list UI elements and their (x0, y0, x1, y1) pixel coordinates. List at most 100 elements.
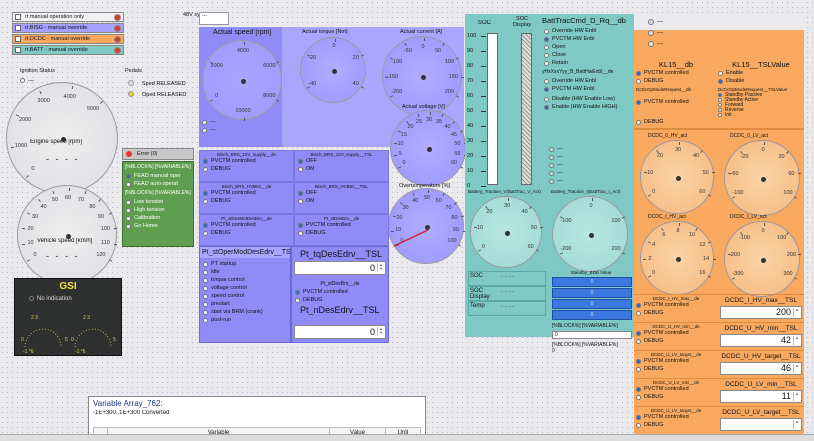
gauge-tick (275, 61, 279, 64)
dcdc-set-opt-4-0[interactable]: PVCTM controlled (636, 413, 716, 421)
gauge-tick-label: 40 (352, 80, 359, 87)
dcdc-mode-opt-debug[interactable]: DEBUG (636, 118, 716, 126)
mot-mode-opt-0[interactable]: PT startup (203, 260, 287, 268)
system-status-field[interactable]: --- (199, 12, 229, 25)
dcdc-setpoint-input-4[interactable]: ▲ (720, 418, 802, 431)
mot-mode-opt-7[interactable]: post-run (203, 316, 287, 324)
standby-value-field[interactable]: 0 (552, 331, 632, 339)
gauge-tick (398, 166, 402, 169)
dcdc-set-opt-2-0[interactable]: PVCTM controlled (636, 357, 716, 365)
gauge-tick (412, 193, 416, 197)
dcdc-set-opt-0-0[interactable]: PVCTM controlled (636, 301, 716, 309)
override-item-2[interactable]: rt.DCDC - manual override (12, 34, 124, 44)
standby-bar-1[interactable]: 0 (552, 288, 632, 298)
mode-item-3[interactable]: Go Home (123, 222, 193, 230)
batt-cmd-title2: yHxXxxYyy_B_BattHwEnbl__de (542, 69, 614, 75)
batt-cmd-opt-4[interactable]: Retain (544, 59, 630, 67)
mot-mode-opt-5[interactable]: prestart (203, 300, 287, 308)
batt-cmd2-opt-1[interactable]: PVCTM HW Enbl (544, 85, 630, 93)
soc-tick: 20 (467, 153, 474, 159)
gauge-tick (459, 130, 463, 133)
dcdc-set-opt-1-1[interactable]: DEBUG (636, 337, 716, 345)
pt-stdes-opt-0[interactable]: PVCTM controlled (295, 288, 385, 296)
svg-text:0: 0 (71, 337, 74, 343)
batt-cmd3-opt-1[interactable]: Enable (HW Enable HIGH) (544, 103, 630, 111)
standby-bar-3[interactable]: 0 (552, 310, 632, 320)
gauge-tick-label: -60 (730, 170, 739, 177)
dcdc-set-opt-1-0[interactable]: PVCTM controlled (636, 329, 716, 337)
mot-mode-opt-1[interactable]: idle (203, 268, 287, 276)
mode-item-2[interactable]: Calibration (123, 214, 193, 222)
dcdc-setpoint-input-3[interactable]: 11 ▲ (720, 390, 802, 403)
n-des-input[interactable]: 0 ▲ ▼ (294, 325, 386, 339)
kl15-opt-pvctm[interactable]: PVCTM controlled (636, 69, 716, 77)
mode-item-0[interactable]: Low tension (123, 198, 193, 206)
batt-cmd-opt-2[interactable]: Open (544, 43, 630, 51)
gauge-tick (455, 57, 459, 60)
bisg-opt-2-1-0[interactable]: PVCTM controlled (298, 221, 385, 229)
gauge-tick (660, 227, 664, 231)
bisg-opt-1-1-0[interactable]: OFF (298, 189, 385, 197)
bisg-opt-2-0-1[interactable]: DEBUG (203, 229, 290, 237)
tq-des-input[interactable]: 0 ▲ ▼ (294, 261, 386, 275)
dcdc-set-opt-3-1[interactable]: DEBUG (636, 393, 716, 401)
gauge-tick-label: 10 (397, 140, 404, 147)
dcdc-set-opt-4-1[interactable]: DEBUG (636, 421, 716, 429)
dcdc-set-opt-0-1[interactable]: DEBUG (636, 309, 716, 317)
bisg-selector-row-1: Bisch_BRS_HVBtrc__de PVCTM controlled DEBU… (199, 182, 389, 214)
gauge-tick-label: 90 (452, 227, 459, 234)
gauge-tick (732, 196, 736, 199)
top-led-0: --- (648, 16, 804, 27)
batt-cmd-opt-3[interactable]: Close (544, 51, 630, 59)
override-item-3[interactable]: rt.BATT - manual override (12, 45, 124, 55)
standby-bar-2[interactable]: 0 (552, 299, 632, 309)
override-item-0[interactable]: rt manual operation only (12, 12, 124, 22)
batt-cmd-opt-1[interactable]: PVCTM HW Enbl (544, 35, 630, 43)
bisg-left-radios[interactable]: --- --- (202, 118, 272, 134)
standby-bar-0[interactable]: 0 (552, 277, 632, 287)
bisg-opt-0-0-1[interactable]: DEBUG (203, 165, 290, 173)
bisg-opt-2-0-0[interactable]: PVCTM controlled (203, 221, 290, 229)
fead-item-1[interactable]: FEAD auto operat (123, 180, 193, 188)
mot-mode-opt-6[interactable]: start via BRM (crank) (203, 308, 287, 316)
kl15-disable[interactable]: Disable (718, 77, 804, 85)
bisg-opt-1-0-0[interactable]: PVCTM controlled (203, 189, 290, 197)
override-item-1[interactable]: rt.BISG - manual override (12, 23, 124, 33)
gauge-tick (10, 147, 15, 149)
gauge-tick-label: 20 (656, 153, 663, 160)
batt-cmd3-opt-0[interactable]: Disable (HW Enable Low) (544, 95, 630, 103)
gauge-tick-label: 0 (421, 43, 425, 50)
horizontal-scrollbar[interactable] (0, 434, 814, 441)
dcdc-setpoint-input-1[interactable]: 42 ▲ (720, 334, 802, 347)
bisg-opt-0-1-1[interactable]: ON (298, 165, 385, 173)
bisg-opt-0-0-0[interactable]: PVCTM controlled (203, 157, 290, 165)
dcdc-setpoint-input-0[interactable]: 200 ▲ (720, 306, 802, 319)
bisg-opt-1-0-1[interactable]: DEBUG (203, 197, 290, 205)
dcdc-set-opt-2-1[interactable]: DEBUG (636, 365, 716, 373)
gauge-tick (39, 91, 42, 95)
dcdc-mode-r-4[interactable]: Init (718, 112, 804, 117)
bisg-opt-2-1-1[interactable]: DEBUG (298, 229, 385, 237)
batt-cmd2-opt-0[interactable]: Override HW Enbl (544, 77, 630, 85)
actual-torque-gauge: -40 -20 0 20 40 (300, 37, 366, 103)
dcdc-set-opt-3-0[interactable]: PVCTM controlled (636, 385, 716, 393)
mot-mode-opt-2[interactable]: torque control (203, 276, 287, 284)
batt-cmd-opt-0[interactable]: Override HW Enbl (544, 27, 630, 35)
dcdc-mode-opt-pvctm[interactable]: PVCTM controlled (636, 98, 716, 106)
top-led-1: --- (648, 27, 804, 38)
gauge-tick (441, 114, 444, 118)
bisg-opt-1-1-1[interactable]: ON (298, 197, 385, 205)
soc-header: SOC (478, 20, 492, 26)
pt-stdes-opt-1[interactable]: DEBUG (295, 296, 385, 304)
fead-item-0[interactable]: FEAD manual oper (123, 172, 193, 180)
gauge-tick-label: 0 (589, 203, 593, 210)
mode-item-1[interactable]: High tension (123, 206, 193, 214)
gauge-tick (72, 85, 74, 90)
mot-mode-opt-4[interactable]: speed control (203, 292, 287, 300)
bisg-opt-0-1-0[interactable]: OFF (298, 157, 385, 165)
gauge-tick (727, 172, 731, 175)
mot-mode-opt-3[interactable]: voltage control (203, 284, 287, 292)
kl15-enable[interactable]: Enable (718, 69, 804, 77)
kl15-opt-debug[interactable]: DEBUG (636, 77, 716, 85)
dcdc-setpoint-input-2[interactable]: 46 ▲ (720, 362, 802, 375)
